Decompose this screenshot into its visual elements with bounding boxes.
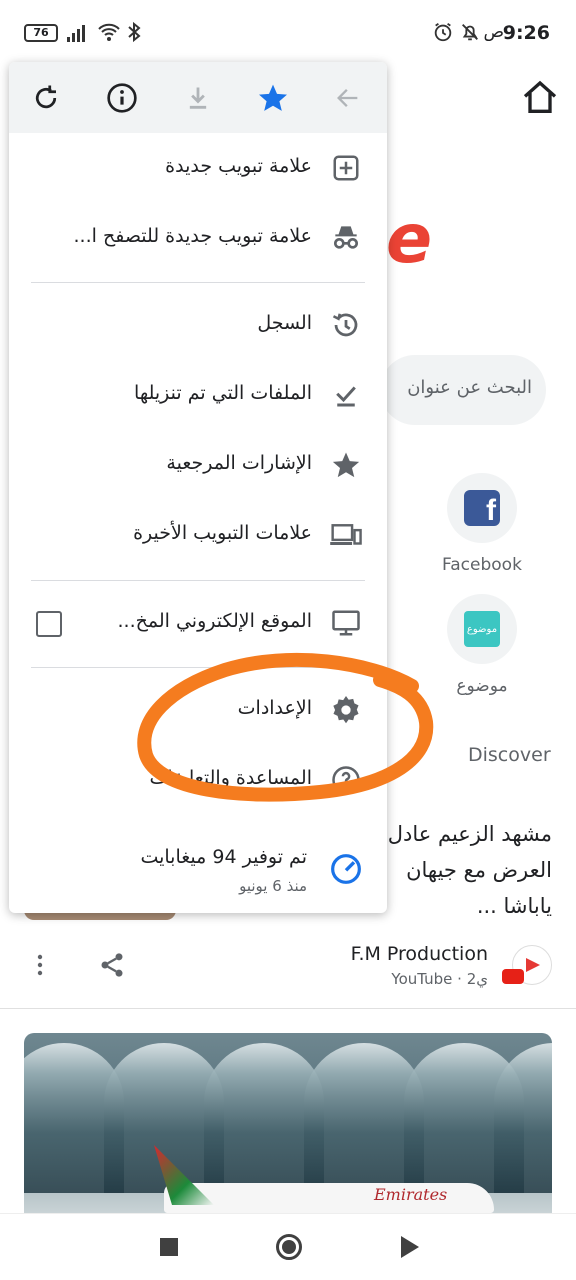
menu-item-label: علامات التبويب الأخيرة (133, 522, 312, 544)
facebook-icon: f (464, 490, 500, 526)
wifi-icon (98, 23, 120, 41)
google-logo-partial: e (386, 200, 433, 279)
shortcut-facebook[interactable]: f (447, 473, 517, 543)
youtube-icon (502, 969, 524, 984)
forward-button[interactable] (329, 79, 367, 117)
data-saved-subtitle: منذ 6 يونيو (239, 877, 307, 895)
recent-tabs-icon (329, 518, 363, 552)
refresh-icon (35, 85, 57, 109)
settings-icon (329, 693, 363, 727)
share-icon[interactable] (98, 951, 126, 979)
source-name: F.M Production (350, 943, 488, 965)
system-nav-bar (0, 1213, 576, 1280)
desktop-site-icon (329, 606, 363, 640)
menu-separator (31, 667, 365, 668)
download-icon (189, 87, 207, 109)
history-icon (329, 308, 363, 342)
mawdoo3-icon: موضوع (464, 611, 500, 647)
help-icon (329, 763, 363, 797)
incognito-icon (329, 221, 363, 255)
article-source-row: F.M Production YouTube · 2ي (0, 935, 576, 995)
divider (0, 1008, 576, 1009)
menu-separator (31, 282, 365, 283)
bookmarks-icon (329, 448, 363, 482)
recents-button[interactable] (160, 1238, 178, 1256)
downloads-icon (329, 378, 363, 412)
home-icon[interactable] (520, 78, 560, 118)
shortcut-label-facebook: Facebook (442, 555, 522, 575)
desktop-site-checkbox[interactable] (36, 611, 62, 637)
menu-item-settings[interactable]: الإعدادات (9, 675, 387, 745)
signal-icon (67, 25, 85, 42)
forward-icon (337, 89, 358, 107)
menu-item-label: الإعدادات (237, 697, 312, 719)
menu-item-data-saver[interactable]: تم توفير 94 ميغابايت منذ 6 يونيو (9, 832, 387, 912)
menu-item-label: الإشارات المرجعية (166, 452, 312, 474)
menu-item-recent-tabs[interactable]: علامات التبويب الأخيرة (9, 500, 387, 570)
mawdoo3-tile-text: موضوع (466, 623, 498, 635)
back-button[interactable] (401, 1236, 419, 1258)
menu-item-history[interactable]: السجل (9, 290, 387, 360)
home-button[interactable] (276, 1234, 302, 1260)
menu-item-label: الموقع الإلكتروني المخ... (117, 610, 313, 632)
menu-item-new-tab[interactable]: علامة تبويب جديدة (9, 133, 387, 203)
menu-item-label: المساعدة والتعليقات (149, 767, 312, 789)
mute-icon (462, 24, 478, 41)
battery-icon: 76 (24, 24, 58, 42)
data-saver-icon (329, 852, 363, 886)
clock-ampm: ص (483, 22, 504, 42)
more-options-icon[interactable] (30, 953, 50, 977)
menu-item-label: علامة تبويب جديدة (165, 155, 312, 177)
download-button[interactable] (179, 79, 217, 117)
menu-item-incognito[interactable]: علامة تبويب جديدة للتصفح ا... (9, 203, 387, 273)
source-meta: YouTube · 2ي (391, 970, 488, 988)
article-image[interactable]: Emirates (24, 1033, 552, 1213)
shortcut-mawdoo3[interactable]: موضوع (447, 594, 517, 664)
battery-level: 76 (33, 26, 49, 39)
data-saved-title: تم توفير 94 ميغابايت (140, 846, 307, 868)
menu-item-label: الملفات التي تم تنزيلها (134, 382, 312, 404)
menu-item-label: السجل (257, 312, 312, 334)
discover-heading: Discover (468, 744, 551, 766)
clock: 9:26 (502, 22, 550, 44)
page-info-button[interactable] (103, 79, 141, 117)
menu-item-desktop-site[interactable]: الموقع الإلكتروني المخ... (9, 588, 387, 658)
menu-separator (31, 580, 365, 581)
search-placeholder: البحث عن عنوان (407, 377, 532, 398)
bookmark-star-icon (259, 84, 287, 111)
shortcut-label-mawdoo3: موضوع (456, 676, 508, 696)
overflow-menu: علامة تبويب جديدة علامة تبويب جديدة للتص… (9, 62, 387, 913)
menu-toolbar (9, 62, 387, 133)
menu-item-help[interactable]: المساعدة والتعليقات (9, 745, 387, 815)
info-icon (107, 83, 137, 113)
alarm-icon (434, 22, 452, 42)
refresh-button[interactable] (27, 79, 65, 117)
new-tab-icon (329, 151, 363, 185)
menu-item-bookmarks[interactable]: الإشارات المرجعية (9, 430, 387, 500)
search-box[interactable]: البحث عن عنوان (380, 355, 546, 425)
bookmark-button[interactable] (254, 79, 292, 117)
menu-item-downloads[interactable]: الملفات التي تم تنزيلها (9, 360, 387, 430)
menu-item-label: علامة تبويب جديدة للتصفح ا... (73, 225, 312, 247)
status-bar: 9:26 ص 76 (0, 0, 576, 68)
bluetooth-icon (128, 21, 141, 43)
